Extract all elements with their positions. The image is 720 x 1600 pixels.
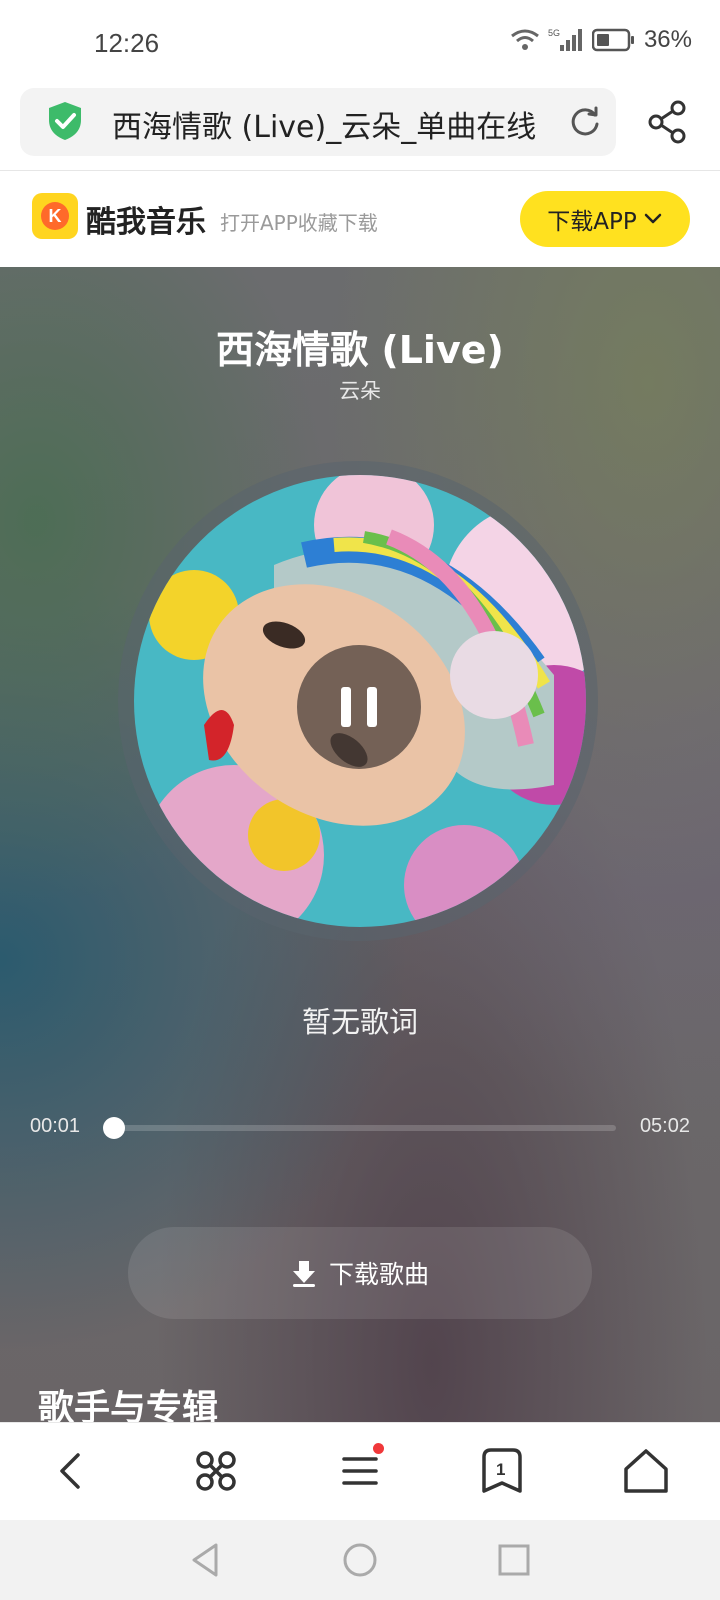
song-artist[interactable]: 云朵 [0,375,720,405]
reload-icon[interactable] [568,105,602,139]
notification-dot [373,1443,384,1454]
kuwo-logo: K [32,193,78,239]
url-text: 西海情歌 (Live)_云朵_单曲在线 [112,110,537,145]
lyrics-text: 暂无歌词 [301,1005,418,1039]
home-icon[interactable] [620,1445,672,1497]
song-title: 西海情歌 (Live) [216,328,504,372]
music-player: 西海情歌 (Live) 云朵 暂无歌词 00:01 05:02 下载歌曲 歌手与… [0,267,720,1422]
download-app-label: 下载APP [547,209,637,235]
browser-address-row: 西海情歌 (Live)_云朵_单曲在线 [0,88,720,171]
chevron-down-icon [644,213,661,224]
download-app-button[interactable]: 下载APP [520,191,690,247]
browser-toolbar: 1 [0,1422,720,1521]
wifi-icon [511,29,539,50]
back-icon[interactable] [46,1445,98,1497]
app-slogan: 打开APP收藏下载 [220,211,378,235]
progress-slider[interactable] [102,1117,616,1139]
current-time: 00:01 [30,1115,81,1137]
download-song-label: 下载歌曲 [328,1260,429,1289]
status-time: 12:26 [94,28,160,58]
battery-percent: 36% [643,26,692,53]
shield-check-icon [49,102,81,140]
network-type: 5G [548,28,560,38]
pause-button[interactable] [297,645,421,769]
download-song-button[interactable]: 下载歌曲 [128,1227,592,1319]
total-time: 05:02 [639,1115,690,1137]
share-icon[interactable] [646,100,690,144]
status-icons: 5G 36% [510,26,692,54]
svg-text:1: 1 [496,1460,505,1479]
apps-icon[interactable] [190,1445,242,1497]
battery-icon [591,28,634,52]
app-promo-banner: K 酷我音乐 打开APP收藏下载 下载APP [0,171,720,267]
app-name: 酷我音乐 [86,205,206,240]
nav-back-icon[interactable] [186,1540,226,1580]
menu-button[interactable] [334,1443,386,1497]
nav-recents-icon[interactable] [494,1540,534,1580]
download-arrow-icon [292,1261,315,1287]
status-bar: 12:26 5G 36% [0,0,720,88]
system-navigation-bar [0,1520,720,1600]
signal-icon: 5G [548,28,582,51]
section-title: 歌手与专辑 [38,1388,219,1422]
tabs-icon[interactable]: 1 [476,1445,528,1497]
address-bar[interactable]: 西海情歌 (Live)_云朵_单曲在线 [20,88,616,156]
pause-icon [341,687,351,727]
progress-knob[interactable] [102,1117,125,1139]
nav-home-icon[interactable] [340,1540,380,1580]
